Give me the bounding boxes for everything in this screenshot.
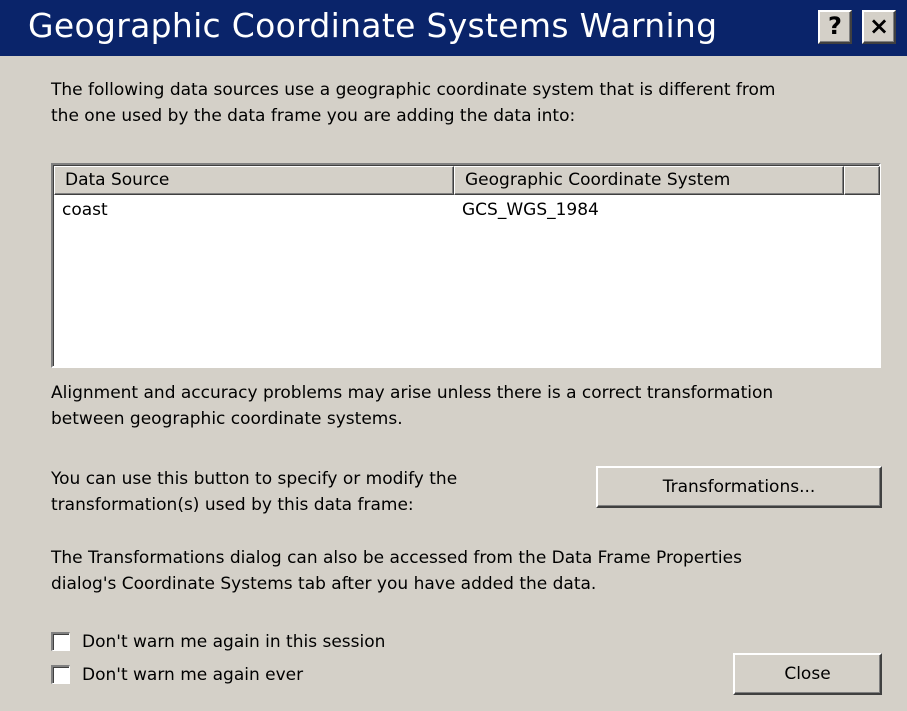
- dialog-title: Geographic Coordinate Systems Warning: [28, 6, 718, 45]
- alignment-text-line-2: between geographic coordinate systems.: [51, 409, 403, 429]
- warn-session-checkbox[interactable]: [51, 632, 70, 651]
- cell-data-source: coast: [62, 200, 108, 220]
- intro-text-line-2: the one used by the data frame you are a…: [51, 106, 576, 126]
- warn-ever-option[interactable]: Don't warn me again ever: [51, 663, 451, 687]
- column-header-data-source[interactable]: Data Source: [54, 166, 454, 195]
- column-header-coordinate-system[interactable]: Geographic Coordinate System: [454, 166, 844, 195]
- close-window-button[interactable]: ×: [862, 10, 896, 44]
- data-source-list[interactable]: Data Source Geographic Coordinate System…: [51, 163, 881, 368]
- warning-dialog: Geographic Coordinate Systems Warning ? …: [0, 0, 907, 711]
- warn-session-option[interactable]: Don't warn me again in this session: [51, 630, 451, 654]
- warn-session-label: Don't warn me again in this session: [82, 632, 386, 652]
- help-button[interactable]: ?: [818, 10, 852, 44]
- cell-coordinate-system: GCS_WGS_1984: [462, 200, 599, 220]
- access-note-line-2: dialog's Coordinate Systems tab after yo…: [51, 574, 597, 594]
- warn-ever-checkbox[interactable]: [51, 665, 70, 684]
- transform-text-line-2: transformation(s) used by this data fram…: [51, 495, 414, 515]
- intro-text-line-1: The following data sources use a geograp…: [51, 80, 776, 100]
- table-row[interactable]: coast GCS_WGS_1984: [54, 198, 880, 224]
- access-note-line-1: The Transformations dialog can also be a…: [51, 548, 742, 568]
- close-button[interactable]: Close: [733, 653, 882, 695]
- list-header: Data Source Geographic Coordinate System: [54, 166, 880, 195]
- title-bar[interactable]: Geographic Coordinate Systems Warning ? …: [0, 0, 907, 56]
- transform-text-line-1: You can use this button to specify or mo…: [51, 469, 458, 489]
- alignment-text-line-1: Alignment and accuracy problems may aris…: [51, 383, 774, 403]
- transformations-button[interactable]: Transformations...: [596, 466, 882, 508]
- column-header-empty[interactable]: [844, 166, 880, 195]
- warn-ever-label: Don't warn me again ever: [82, 665, 304, 685]
